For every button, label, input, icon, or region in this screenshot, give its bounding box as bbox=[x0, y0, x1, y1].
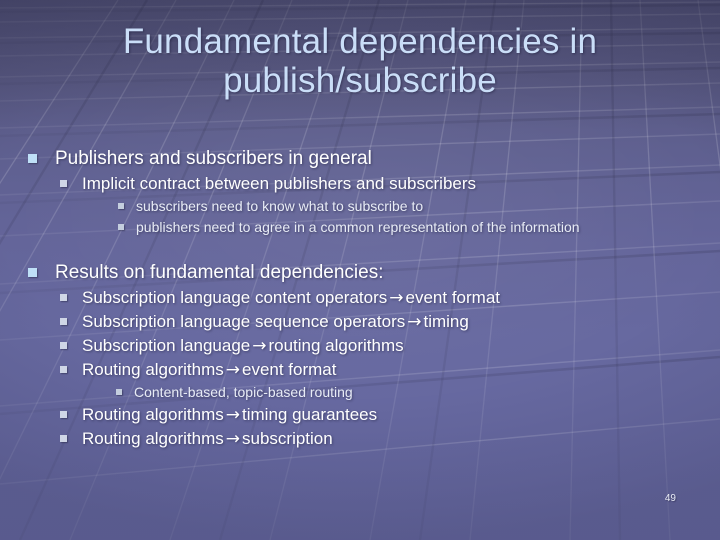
bullet-text-pre: Subscription language sequence operators bbox=[82, 312, 406, 331]
bullet-level3-subscribers-know: subscribers need to know what to subscri… bbox=[28, 196, 706, 217]
bullet-level1-publishers: Publishers and subscribers in general bbox=[28, 146, 706, 172]
bullet-level2-routing-subscription: Routing algorithms → subscription bbox=[28, 427, 706, 451]
bullet-level2-sub-lang-content-ops: Subscription language content operators … bbox=[28, 286, 706, 310]
bullet-text-pre: Routing algorithms bbox=[82, 360, 224, 379]
bullet-group-2: Results on fundamental dependencies: Sub… bbox=[28, 260, 706, 451]
bullet-text: Results on fundamental dependencies: bbox=[55, 262, 384, 283]
slide-canvas: Fundamental dependencies in publish/subs… bbox=[0, 0, 720, 540]
bullet-text-pre: Routing algorithms bbox=[82, 405, 224, 424]
square-bullet-icon bbox=[60, 318, 67, 325]
arrow-icon: → bbox=[252, 336, 267, 356]
square-bullet-icon bbox=[118, 203, 124, 209]
bullet-level2-sub-lang-routing: Subscription language → routing algorith… bbox=[28, 334, 706, 358]
bullet-text-pre: Subscription language bbox=[82, 336, 251, 355]
bullet-level3-content-topic-routing: Content-based, topic-based routing bbox=[28, 382, 706, 403]
square-bullet-icon bbox=[28, 268, 37, 277]
bullet-level2-routing-timing-guarantees: Routing algorithms → timing guarantees bbox=[28, 403, 706, 427]
slide-title: Fundamental dependencies in publish/subs… bbox=[122, 22, 598, 100]
arrow-icon: → bbox=[389, 288, 404, 308]
page-number: 49 bbox=[664, 493, 676, 504]
bullet-level2-sub-lang-sequence-ops: Subscription language sequence operators… bbox=[28, 310, 706, 334]
arrow-icon: → bbox=[225, 429, 240, 449]
arrow-icon: → bbox=[225, 360, 240, 380]
bullet-level2-implicit-contract: Implicit contract between publishers and… bbox=[28, 172, 706, 196]
square-bullet-icon bbox=[60, 366, 67, 373]
bullet-text-post: timing guarantees bbox=[242, 405, 378, 424]
bullet-text: subscribers need to know what to subscri… bbox=[136, 198, 424, 214]
bullet-group-1: Publishers and subscribers in general Im… bbox=[28, 146, 706, 238]
bullet-level1-results: Results on fundamental dependencies: bbox=[28, 260, 706, 286]
square-bullet-icon bbox=[118, 224, 124, 230]
bullet-level2-routing-event-format: Routing algorithms → event format bbox=[28, 358, 706, 382]
arrow-icon: → bbox=[407, 312, 422, 332]
bullet-text: Content-based, topic-based routing bbox=[134, 384, 353, 400]
bullet-level3-publishers-agree: publishers need to agree in a common rep… bbox=[28, 217, 706, 238]
square-bullet-icon bbox=[60, 180, 67, 187]
square-bullet-icon bbox=[60, 411, 67, 418]
slide-body: Publishers and subscribers in general Im… bbox=[28, 146, 706, 451]
bullet-text-post: routing algorithms bbox=[268, 336, 404, 355]
bullet-text: Publishers and subscribers in general bbox=[55, 148, 372, 169]
bullet-text-post: event format bbox=[242, 360, 337, 379]
square-bullet-icon bbox=[60, 294, 67, 301]
bullet-text-pre: Subscription language content operators bbox=[82, 288, 388, 307]
bullet-text: Implicit contract between publishers and… bbox=[82, 174, 477, 193]
arrow-icon: → bbox=[225, 405, 240, 425]
square-bullet-icon bbox=[60, 342, 67, 349]
bullet-text: publishers need to agree in a common rep… bbox=[136, 219, 580, 235]
bullet-text-post: event format bbox=[405, 288, 501, 307]
bullet-text-post: subscription bbox=[242, 429, 333, 448]
bullet-text-pre: Routing algorithms bbox=[82, 429, 224, 448]
bullet-text-post: timing bbox=[423, 312, 469, 331]
square-bullet-icon bbox=[116, 389, 122, 395]
square-bullet-icon bbox=[60, 435, 67, 442]
square-bullet-icon bbox=[28, 154, 37, 163]
